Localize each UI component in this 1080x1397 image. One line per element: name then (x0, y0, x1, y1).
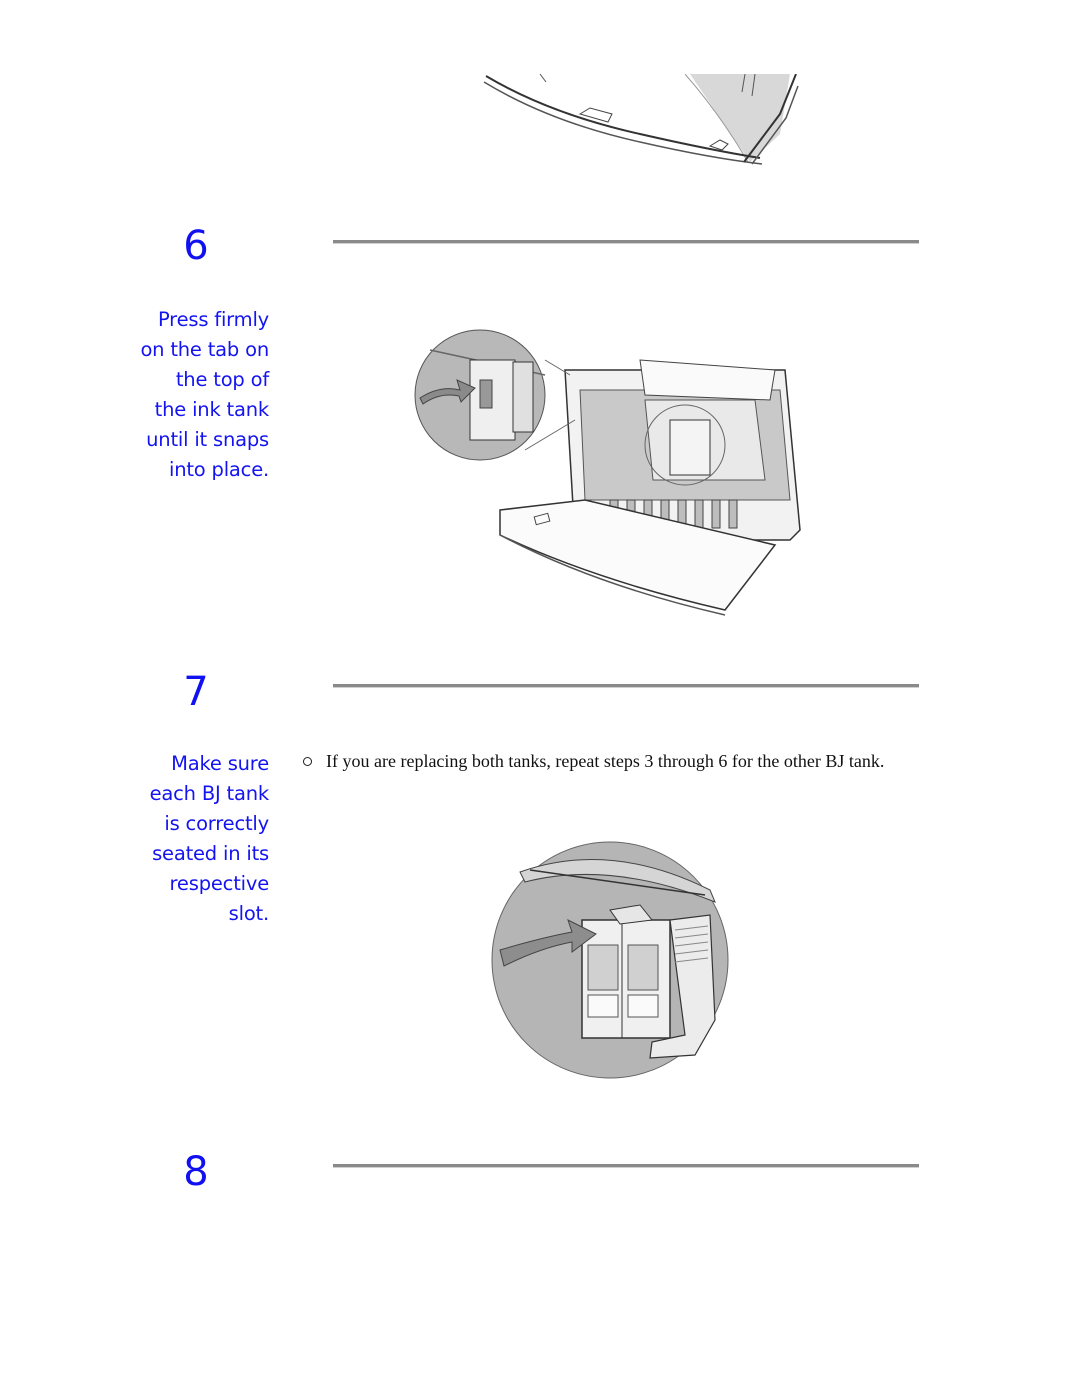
step-caption: Make sure each BJ tank is correctly seat… (89, 749, 270, 929)
step-divider (333, 240, 919, 243)
bullet-icon (303, 757, 312, 766)
caption-line: slot. (228, 902, 270, 925)
step-caption: Press firmly on the tab on the top of th… (89, 305, 269, 485)
step-number: 6 (183, 223, 209, 269)
caption-line: on the tab on (140, 338, 269, 361)
caption-line: the top of (175, 368, 269, 391)
step-number: 7 (183, 669, 209, 715)
caption-line: the ink tank (154, 398, 270, 421)
caption-line: seated in its (152, 842, 269, 865)
caption-line: Press firmly (157, 308, 269, 331)
printer-tray-illustration (480, 74, 800, 166)
bj-tank-closeup-illustration (470, 820, 760, 1110)
caption-line: until it snaps (146, 428, 269, 451)
step-divider (333, 1164, 919, 1167)
printer-ink-tank-illustration (395, 300, 805, 625)
step-divider (333, 684, 919, 687)
caption-line: is correctly (164, 812, 269, 835)
step-note: If you are replacing both tanks, repeat … (326, 751, 885, 771)
caption-line: respective (169, 872, 270, 895)
caption-line: each BJ tank (149, 782, 270, 805)
caption-line: Make sure (171, 752, 269, 775)
caption-line: into place. (168, 458, 269, 481)
step-number: 8 (183, 1149, 209, 1195)
